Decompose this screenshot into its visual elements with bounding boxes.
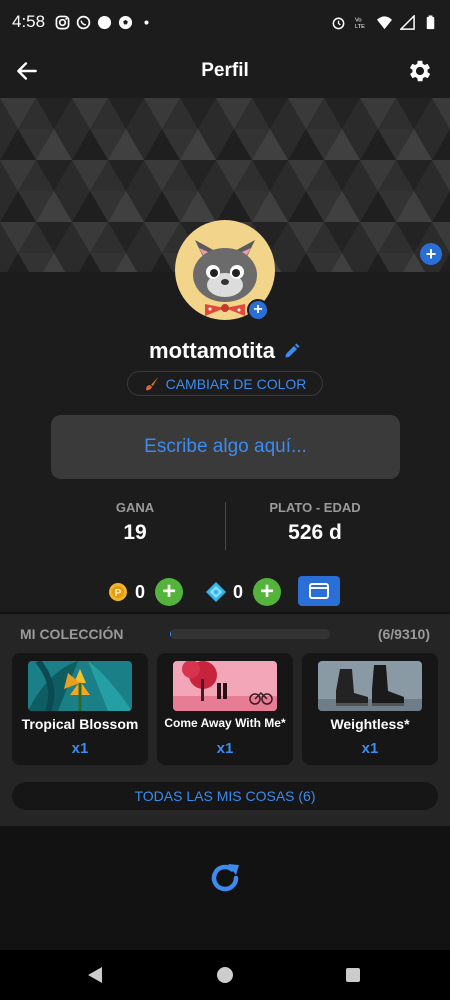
coin-balance: 0 (135, 582, 146, 602)
age-value: 526 d (288, 521, 342, 544)
signal-icon (400, 14, 415, 30)
battery-icon (426, 14, 435, 29)
gem-balance: 0 (233, 582, 244, 602)
nav-recents-icon[interactable] (346, 968, 360, 982)
age-label: PLATO - EDAD (269, 500, 361, 515)
back-arrow-icon[interactable] (14, 58, 40, 84)
username-row: mottamotita (0, 338, 450, 364)
top-app-bar: Perfil (0, 44, 450, 98)
currency-row: P 0 + 0 + (0, 576, 450, 608)
change-color-label: CAMBIAR DE COLOR (165, 375, 307, 392)
whatsapp-icon (76, 15, 91, 29)
paintbrush-icon (145, 376, 158, 390)
soccer-icon (119, 15, 133, 29)
change-color-button[interactable]: CAMBIAR DE COLOR (127, 371, 323, 396)
collection-item[interactable]: Come Away With Me* x1 (157, 653, 293, 765)
instagram-icon (55, 15, 70, 29)
svg-text:Vo: Vo (355, 17, 362, 23)
all-items-button[interactable]: TODAS LAS MIS COSAS (6) (12, 782, 438, 810)
notification-icons (55, 15, 154, 30)
refresh-icon[interactable] (205, 858, 245, 898)
collection-item[interactable]: Tropical Blossom x1 (12, 653, 148, 765)
collection-progress-bar (170, 629, 330, 639)
item-quantity: x1 (71, 740, 89, 757)
collection-count: (6/9310) (377, 626, 430, 642)
svg-text:P: P (115, 588, 122, 599)
wallet-icon (309, 583, 329, 599)
item-image-come-away (173, 661, 277, 711)
avatar-add-button[interactable]: + (247, 299, 269, 321)
status-bar: 4:58 Vo LTE (0, 0, 450, 44)
collection-item[interactable]: Weightless* x1 (302, 653, 438, 765)
age-stat: PLATO - EDAD 526 d (215, 500, 415, 545)
alarm-icon (332, 17, 345, 29)
wins-value: 19 (123, 521, 147, 544)
wallet-button[interactable] (298, 576, 340, 606)
page-title: Perfil (201, 60, 249, 81)
volte-icon: VoLTE (355, 17, 365, 30)
item-image-tropical (28, 661, 132, 711)
svg-text:LTE: LTE (355, 24, 365, 30)
add-coins-button[interactable]: + (155, 578, 183, 606)
item-title: Tropical Blossom (21, 716, 139, 732)
stats-row: GANA 19 PLATO - EDAD 526 d (0, 500, 450, 554)
item-image-weightless (318, 661, 422, 711)
banner-add-button[interactable]: + (420, 243, 442, 265)
item-quantity: x1 (361, 740, 379, 757)
item-title: Weightless* (330, 716, 410, 732)
dot-icon (144, 19, 149, 25)
bio-input[interactable]: Escribe algo aquí... (51, 415, 400, 479)
nav-back-icon[interactable] (86, 966, 104, 984)
bio-placeholder: Escribe algo aquí... (144, 436, 307, 457)
collection-section: MI COLECCIÓN (6/9310) Tropical Blossom x… (0, 614, 450, 826)
gear-icon[interactable] (406, 57, 434, 85)
gem-icon (206, 582, 226, 602)
circle-icon (98, 15, 112, 29)
coin-icon: P (109, 583, 127, 601)
wins-label: GANA (115, 500, 155, 515)
wifi-icon (377, 15, 392, 29)
collection-title: MI COLECCIÓN (20, 626, 124, 642)
username: mottamotita (149, 338, 275, 363)
wins-stat: GANA 19 (35, 500, 235, 545)
item-quantity: x1 (216, 740, 234, 757)
add-gems-button[interactable]: + (253, 578, 281, 606)
system-nav-bar (0, 950, 450, 1000)
pencil-icon[interactable] (283, 342, 301, 360)
system-icons: Vo LTE (331, 14, 438, 30)
status-time: 4:58 (12, 12, 46, 31)
item-title: Come Away With Me* (164, 716, 286, 730)
nav-home-icon[interactable] (217, 967, 233, 983)
